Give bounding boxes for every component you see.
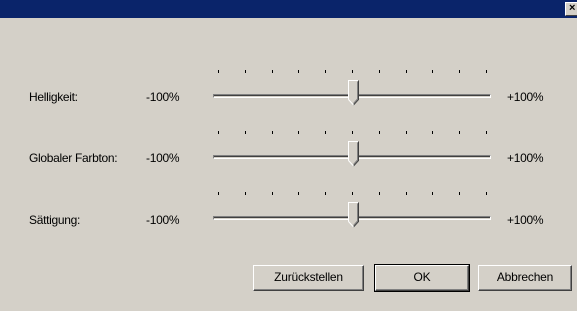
hue-min-label: -100% [146, 151, 180, 165]
slider-tick [406, 70, 407, 73]
slider-tick [298, 192, 299, 195]
slider-tick [298, 131, 299, 134]
slider-ticks [213, 131, 491, 139]
slider-tick [352, 131, 353, 134]
slider-tick [486, 131, 487, 134]
slider-tick [486, 70, 487, 73]
slider-tick [325, 131, 326, 134]
saturation-min-label: -100% [146, 213, 180, 227]
slider-tick [432, 70, 433, 73]
slider-tick [218, 70, 219, 73]
brightness-slider[interactable] [213, 70, 491, 110]
saturation-label: Sättigung: [29, 213, 81, 227]
slider-tick [379, 192, 380, 195]
slider-tick [352, 70, 353, 73]
slider-tick [432, 192, 433, 195]
slider-tick [272, 70, 273, 73]
brightness-min-label: -100% [146, 90, 180, 104]
slider-thumb[interactable] [348, 141, 359, 167]
slider-tick [352, 192, 353, 195]
brightness-max-label: +100% [507, 90, 544, 104]
slider-tick [379, 131, 380, 134]
slider-tick [245, 131, 246, 134]
slider-tick [432, 131, 433, 134]
slider-tick [272, 192, 273, 195]
slider-tick [459, 192, 460, 195]
slider-tick [406, 131, 407, 134]
slider-tick [218, 131, 219, 134]
slider-tick [272, 131, 273, 134]
slider-ticks [213, 70, 491, 78]
reset-button[interactable]: Zurückstellen [253, 265, 364, 291]
dialog-window: × Helligkeit: -100% +100% Globaler Farbt… [0, 0, 577, 311]
hue-max-label: +100% [507, 151, 544, 165]
title-bar[interactable]: × [0, 0, 577, 18]
ok-button[interactable]: OK [374, 264, 470, 292]
slider-tick [486, 192, 487, 195]
close-icon[interactable]: × [565, 2, 577, 16]
slider-tick [459, 131, 460, 134]
saturation-max-label: +100% [507, 213, 544, 227]
slider-tick [218, 192, 219, 195]
brightness-label: Helligkeit: [29, 90, 78, 104]
hue-slider[interactable] [213, 131, 491, 171]
cancel-button[interactable]: Abbrechen [478, 265, 572, 291]
slider-tick [459, 70, 460, 73]
slider-ticks [213, 192, 491, 200]
slider-tick [325, 70, 326, 73]
slider-tick [325, 192, 326, 195]
slider-thumb[interactable] [348, 80, 359, 106]
slider-thumb[interactable] [348, 202, 359, 228]
slider-tick [379, 70, 380, 73]
slider-tick [406, 192, 407, 195]
hue-label: Globaler Farbton: [29, 151, 118, 165]
slider-tick [245, 192, 246, 195]
slider-tick [245, 70, 246, 73]
saturation-slider[interactable] [213, 192, 491, 232]
slider-tick [298, 70, 299, 73]
